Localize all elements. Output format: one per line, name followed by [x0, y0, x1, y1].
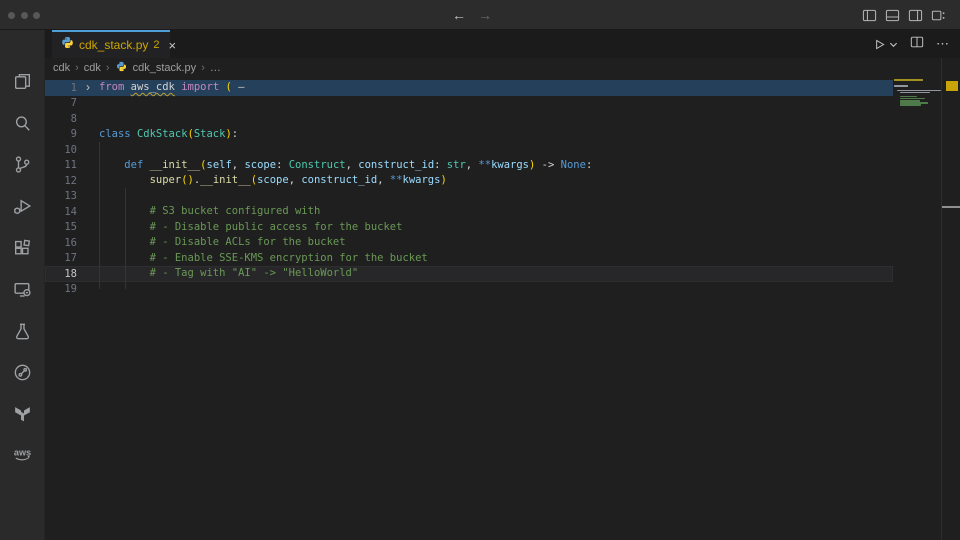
overview-cursor-marker [942, 206, 960, 208]
explorer-icon[interactable] [11, 70, 34, 93]
tab-close-icon[interactable]: × [169, 39, 177, 52]
navigate-forward-icon[interactable]: → [478, 7, 492, 23]
python-file-icon [61, 36, 74, 54]
minimap-line [894, 85, 908, 87]
split-editor-icon[interactable] [910, 35, 924, 54]
minimap-line [900, 92, 929, 94]
overview-ruler-border [941, 58, 942, 540]
breadcrumb-separator: › [201, 62, 205, 74]
breadcrumb: cdk › cdk › cdk_stack.py › … [45, 58, 893, 78]
code-text: # - Enable SSE-KMS encryption for the bu… [99, 251, 428, 267]
activity-bar: aws [0, 30, 45, 540]
breadcrumb-symbol[interactable]: … [210, 62, 221, 74]
testing-beaker-icon[interactable] [11, 320, 34, 343]
aws-toolkit-icon[interactable]: aws [11, 443, 34, 466]
code-text: # - Disable public access for the bucket [99, 220, 402, 236]
line-number: 14 [45, 206, 77, 218]
indent-guide [125, 188, 126, 289]
line-number: 8 [45, 113, 77, 125]
line-number: 13 [45, 190, 77, 202]
tab-bar: cdk_stack.py 2 × ⋯ [45, 30, 960, 58]
run-python-file-icon[interactable] [873, 38, 898, 51]
code-line-12[interactable]: 12 super().__init__(scope, construct_id,… [45, 173, 893, 189]
toggle-primary-sidebar-icon[interactable] [862, 8, 877, 23]
code-lines: 1›from aws_cdk import ( –789class CdkSta… [45, 80, 893, 297]
fold-chevron-icon[interactable]: › [77, 80, 99, 96]
code-line-15[interactable]: 15 # - Disable public access for the buc… [45, 220, 893, 236]
breadcrumb-separator: › [106, 62, 110, 74]
code-line-10[interactable]: 10 [45, 142, 893, 158]
code-line-18[interactable]: 18 # - Tag with "AI" -> "HelloWorld" [45, 266, 893, 282]
code-line-17[interactable]: 17 # - Enable SSE-KMS encryption for the… [45, 251, 893, 267]
python-file-icon [116, 61, 127, 75]
remote-explorer-icon[interactable] [11, 278, 34, 301]
line-number: 9 [45, 128, 77, 140]
line-number: 18 [45, 268, 77, 280]
toggle-secondary-sidebar-icon[interactable] [908, 8, 923, 23]
vscode-window: ← → [0, 0, 960, 540]
svg-text:aws: aws [14, 447, 31, 457]
code-text: # - Disable ACLs for the bucket [99, 235, 346, 251]
line-number: 12 [45, 175, 77, 187]
window-control-dot[interactable] [8, 12, 15, 19]
line-number: 15 [45, 221, 77, 233]
code-line-11[interactable]: 11 def __init__(self, scope: Construct, … [45, 158, 893, 174]
breadcrumb-file[interactable]: cdk_stack.py [133, 62, 197, 74]
line-number: 19 [45, 283, 77, 295]
breadcrumb-separator: › [75, 62, 79, 74]
git-history-icon[interactable] [11, 361, 34, 384]
line-number: 17 [45, 252, 77, 264]
minimap[interactable] [893, 79, 941, 139]
terraform-icon[interactable] [11, 403, 34, 426]
navigate-back-icon[interactable]: ← [452, 7, 466, 23]
tab-cdk-stack[interactable]: cdk_stack.py 2 × [52, 30, 170, 58]
tab-warning-badge: 2 [153, 39, 159, 51]
extensions-icon[interactable] [11, 237, 34, 260]
code-line-13[interactable]: 13 [45, 189, 893, 205]
code-line-7[interactable]: 7 [45, 96, 893, 112]
line-number: 7 [45, 97, 77, 109]
line-number: 1 [45, 82, 77, 94]
minimap-line [894, 79, 923, 81]
breadcrumb-folder[interactable]: cdk [53, 62, 70, 74]
line-number: 10 [45, 144, 77, 156]
title-bar: ← → [0, 0, 960, 30]
code-text: super().__init__(scope, construct_id, **… [99, 173, 447, 189]
window-control-dot[interactable] [33, 12, 40, 19]
code-text: class CdkStack(Stack): [99, 127, 238, 143]
code-line-1[interactable]: 1›from aws_cdk import ( – [45, 80, 893, 96]
code-line-9[interactable]: 9 class CdkStack(Stack): [45, 127, 893, 143]
code-line-8[interactable]: 8 [45, 111, 893, 127]
line-number: 16 [45, 237, 77, 249]
minimap-line [897, 90, 941, 92]
overview-warning-marker [946, 81, 958, 91]
editor-pane[interactable]: 1›from aws_cdk import ( –789class CdkSta… [45, 78, 960, 540]
code-text: # S3 bucket configured with [99, 204, 320, 220]
more-actions-icon[interactable]: ⋯ [936, 36, 950, 52]
source-control-icon[interactable] [11, 153, 34, 176]
run-and-debug-icon[interactable] [11, 195, 34, 218]
code-text: # - Tag with "AI" -> "HelloWorld" [99, 266, 358, 282]
breadcrumb-folder[interactable]: cdk [84, 62, 101, 74]
tab-filename: cdk_stack.py [79, 38, 148, 52]
customize-layout-icon[interactable] [931, 8, 946, 23]
code-line-16[interactable]: 16 # - Disable ACLs for the bucket [45, 235, 893, 251]
code-text: def __init__(self, scope: Construct, con… [99, 158, 592, 174]
indent-guide [99, 142, 100, 289]
window-control-dot[interactable] [21, 12, 28, 19]
toggle-panel-icon[interactable] [885, 8, 900, 23]
line-number: 11 [45, 159, 77, 171]
minimap-line [900, 104, 920, 106]
search-icon[interactable] [11, 112, 34, 135]
code-line-14[interactable]: 14 # S3 bucket configured with [45, 204, 893, 220]
code-line-19[interactable]: 19 [45, 282, 893, 298]
code-text: from aws_cdk import ( – [99, 80, 244, 96]
